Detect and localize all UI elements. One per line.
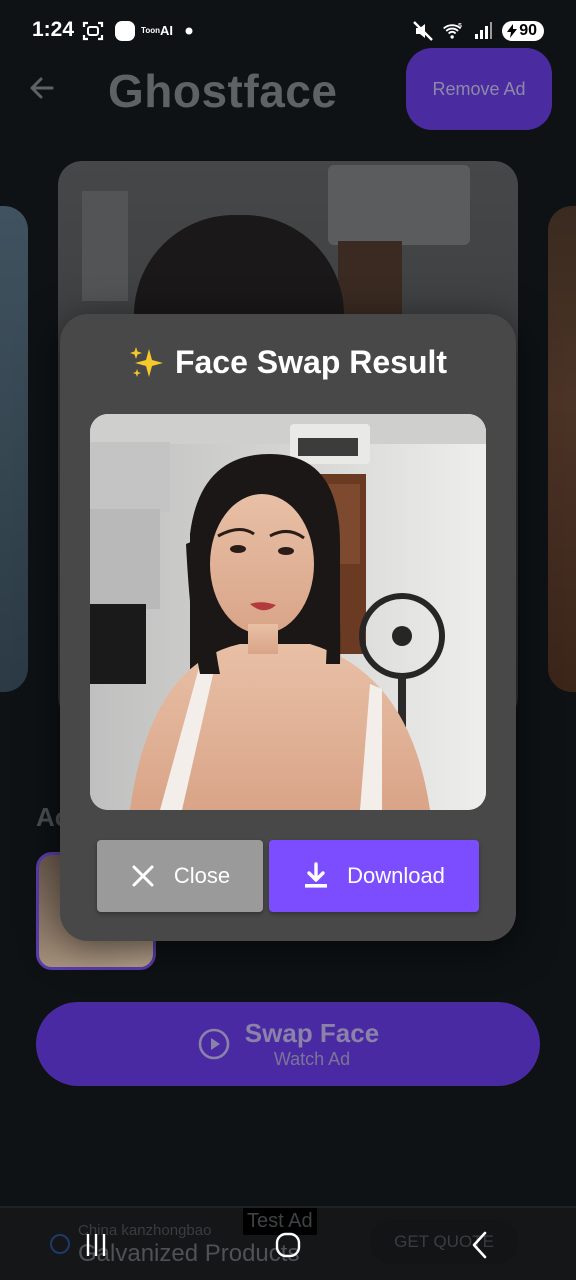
swap-face-button[interactable]: Swap Face Watch Ad [36,1002,540,1086]
download-icon [305,862,328,888]
dot-icon [178,20,200,42]
swap-face-subtitle: Watch Ad [273,1049,351,1069]
result-image [90,414,486,810]
battery-level: 90 [519,22,537,39]
toon-ai-icon: Toon AI [141,20,173,42]
system-nav-bar [0,1210,576,1280]
remove-ad-button[interactable]: Remove Ad [406,48,552,130]
status-left-icons: Toon AI [82,20,200,42]
dialog-title: Face Swap Result [174,344,448,380]
signal-icon [472,20,494,42]
sparkles-icon [129,346,163,377]
dialog-header: Face Swap Result [60,344,516,381]
result-photo [90,414,486,810]
battery-indicator: 90 [502,21,544,41]
recent-apps-icon[interactable] [66,1215,126,1275]
toon-ai-small-label: Toon [141,26,160,35]
play-circle-icon [198,1028,230,1060]
wifi-badge: 5 [458,23,462,30]
home-icon[interactable] [258,1215,318,1275]
download-button-label: Download [347,863,445,888]
toon-ai-big-label: AI [159,23,173,38]
swap-face-title: Swap Face [244,1018,380,1048]
screenshot-icon [82,20,104,42]
back-arrow-icon[interactable] [24,70,60,106]
photo-blind [82,191,128,301]
status-time: 1:24 [32,18,75,41]
back-nav-icon[interactable] [450,1215,510,1275]
close-button-label: Close [173,863,231,888]
mute-icon [412,20,434,42]
charging-bolt-icon [507,24,518,38]
page-title: Ghostface [108,65,338,117]
download-button[interactable]: Download [269,840,479,912]
app-screen: 1:24 Toon AI 5 90 Ghostface Remove Ad Ac… [0,0,576,1280]
result-dialog: Face Swap Result Close Download [60,314,516,941]
close-icon [132,865,154,887]
app-notification-icon [114,20,136,42]
close-button[interactable]: Close [97,840,263,912]
wifi-icon: 5 [442,20,464,42]
photo-aircon [328,165,470,245]
carousel-card-left[interactable] [0,206,28,692]
status-right-icons: 5 90 [412,20,544,42]
carousel-card-right[interactable] [548,206,576,692]
